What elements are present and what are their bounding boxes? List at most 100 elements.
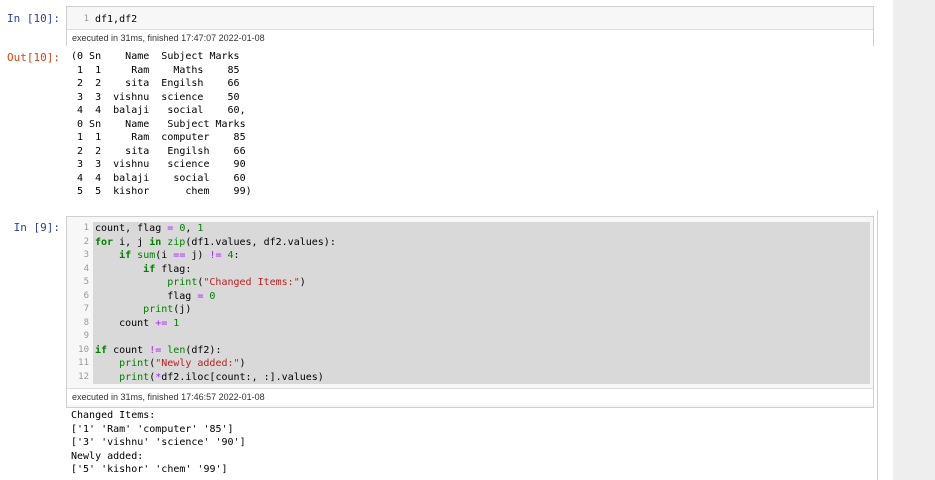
code-line: flag = 0 xyxy=(93,290,870,304)
output-line: ['3' 'vishnu' 'science' '90'] xyxy=(71,437,246,448)
code-token: (df2): xyxy=(185,344,222,356)
code-line: count += 1 xyxy=(93,317,870,331)
in-prompt: In [9]: xyxy=(13,221,60,234)
code-token: , xyxy=(185,223,198,234)
code-token: 1 xyxy=(173,317,180,329)
code-line: for i, j in zip(df1.values, df2.values): xyxy=(93,236,870,250)
cell-divider xyxy=(877,210,878,480)
code-line: print("Newly added:") xyxy=(93,357,870,371)
line-number: 8 xyxy=(83,317,89,328)
code-line: print("Changed Items:") xyxy=(93,276,870,290)
line-number-gutter: 1 xyxy=(67,13,89,27)
code-token: : xyxy=(233,250,240,261)
output-line: 2 2 sita Engilsh 66 xyxy=(71,78,240,89)
code-token: count, flag xyxy=(95,223,168,234)
code-token: j) xyxy=(185,250,210,261)
output-line: 3 3 vishnu science 50 xyxy=(71,91,240,103)
line-number: 4 xyxy=(83,263,89,274)
output-line: Changed Items: xyxy=(71,410,156,421)
code-token: if xyxy=(143,263,156,275)
code-token: (df1.values, df2.values): xyxy=(185,236,336,248)
code-editor[interactable]: df1,df2 xyxy=(93,13,870,27)
code-token: len xyxy=(167,344,186,356)
code-token: flag xyxy=(95,290,198,302)
code-line: df1,df2 xyxy=(95,14,138,25)
code-token: flag: xyxy=(155,263,192,275)
execution-status: executed in 31ms, finished 17:46:57 2022… xyxy=(67,388,873,405)
code-token: for xyxy=(95,236,114,248)
in-prompt: In [10]: xyxy=(7,12,60,25)
code-token: zip xyxy=(167,236,186,248)
code-token: print xyxy=(143,304,174,315)
code-line: if flag: xyxy=(93,263,870,277)
code-token: ) xyxy=(299,277,306,288)
code-token: count xyxy=(95,317,156,329)
output-line: (0 Sn Name Subject Marks xyxy=(71,51,240,62)
line-number: 1 xyxy=(83,223,89,233)
output-line: ['1' 'Ram' 'computer' '85'] xyxy=(71,423,234,435)
line-number: 11 xyxy=(78,358,89,368)
code-line: print(j) xyxy=(93,303,870,317)
code-token: "Newly added:" xyxy=(155,358,240,369)
code-token: (i xyxy=(155,250,174,261)
output-line: Newly added: xyxy=(71,450,144,462)
line-number: 9 xyxy=(83,331,89,341)
output-line: 4 4 balaji social 60 xyxy=(71,172,246,184)
line-number: 10 xyxy=(78,344,89,355)
code-token: sum xyxy=(137,250,156,261)
code-token: print xyxy=(167,277,198,288)
output-line: 2 2 sita Engilsh 66 xyxy=(71,145,246,157)
output-area-cell-2: Changed Items: ['1' 'Ram' 'computer' '85'… xyxy=(71,409,246,477)
output-area-cell-1: (0 Sn Name Subject Marks 1 1 Ram Maths 8… xyxy=(71,50,252,199)
line-number: 2 xyxy=(83,236,89,247)
code-line: if sum(i == j) != 4: xyxy=(93,249,870,263)
code-token: (j) xyxy=(173,304,192,315)
code-editor[interactable]: count, flag = 0, 1 for i, j in zip(df1.va… xyxy=(93,222,870,384)
line-number: 6 xyxy=(83,290,89,301)
output-line: 3 3 vishnu science 90 xyxy=(71,159,246,170)
code-token: df2.iloc[count:, :].values) xyxy=(161,371,324,383)
output-line: 0 Sn Name Subject Marks xyxy=(71,118,246,130)
output-line: 1 1 Ram computer 85 xyxy=(71,132,246,143)
execution-status: executed in 31ms, finished 17:47:07 2022… xyxy=(67,29,873,46)
output-line: 5 5 kishor chem 99) xyxy=(71,186,252,197)
code-token: print xyxy=(119,358,150,369)
right-gutter xyxy=(893,0,935,480)
code-token: += xyxy=(155,317,168,329)
code-token: != xyxy=(149,344,162,356)
code-token: "Changed Items:" xyxy=(203,277,300,288)
code-token: 0 xyxy=(209,290,216,302)
code-token: if xyxy=(95,344,108,356)
code-line: count, flag = 0, 1 xyxy=(93,222,870,236)
out-prompt: Out[10]: xyxy=(7,51,60,64)
code-token: i, j xyxy=(113,236,150,248)
code-token: ) xyxy=(239,358,246,369)
code-token: 1 xyxy=(197,223,204,234)
line-number-gutter: 1 2 3 4 5 6 7 8 9 10 11 12 xyxy=(67,222,89,384)
code-input-cell-2[interactable]: 1 2 3 4 5 6 7 8 9 10 11 12 count, flag = 0, 1 for i,… xyxy=(66,216,874,408)
line-number: 7 xyxy=(83,304,89,314)
code-line: print(*df2.iloc[count:, :].values) xyxy=(93,371,870,385)
code-line: if count != len(df2): xyxy=(93,344,870,358)
code-token: if xyxy=(119,250,132,261)
code-token: count xyxy=(107,344,150,356)
code-token: != xyxy=(209,250,222,261)
code-token: == xyxy=(173,250,186,261)
line-number: 3 xyxy=(83,250,89,260)
line-number: 1 xyxy=(83,14,89,24)
line-number: 12 xyxy=(78,371,89,382)
output-line: ['5' 'kishor' 'chem' '99'] xyxy=(71,464,228,475)
code-token: print xyxy=(119,371,150,383)
code-input-cell-1[interactable]: 1 df1,df2 executed in 31ms, finished 17:… xyxy=(66,6,874,46)
output-line: 4 4 balaji social 60, xyxy=(71,105,246,116)
code-token: in xyxy=(149,236,162,248)
line-number: 5 xyxy=(83,277,89,287)
output-line: 1 1 Ram Maths 85 xyxy=(71,64,240,76)
